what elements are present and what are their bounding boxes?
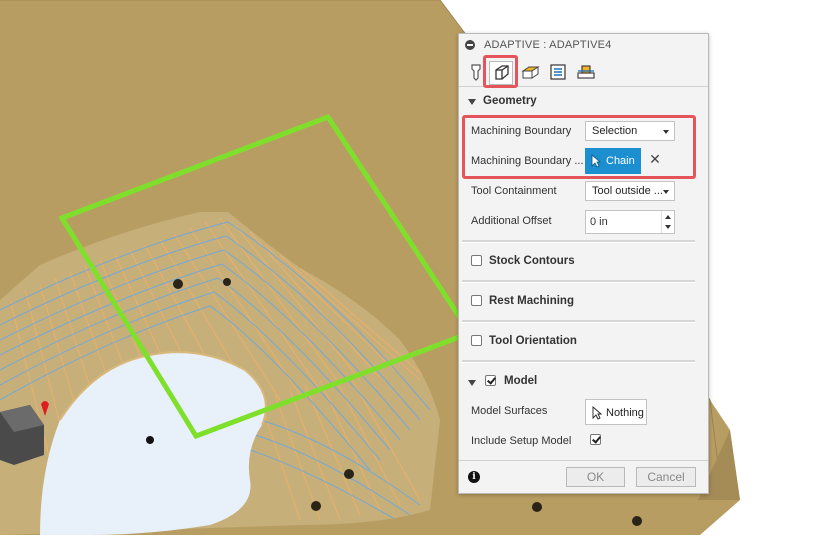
model-surfaces-value: Nothing xyxy=(606,407,644,419)
info-icon[interactable]: i xyxy=(468,471,480,483)
machining-boundary-highlight xyxy=(462,115,696,179)
include-setup-model-checkbox[interactable] xyxy=(590,434,601,445)
tool-containment-value: Tool outside ... xyxy=(592,185,663,197)
heights-icon xyxy=(521,66,540,79)
section-divider xyxy=(462,320,695,323)
passes-icon xyxy=(550,64,566,80)
additional-offset-label: Additional Offset xyxy=(471,215,552,227)
footer-divider xyxy=(459,460,708,461)
tab-passes[interactable] xyxy=(547,61,569,83)
collapse-arrow-icon xyxy=(468,380,476,386)
model-surfaces-selection-button[interactable]: Nothing xyxy=(585,399,647,425)
model-section-header[interactable]: Model xyxy=(459,375,708,393)
tab-linking[interactable] xyxy=(575,61,597,83)
rest-machining-title: Rest Machining xyxy=(489,295,574,307)
dialog-title-bar: ADAPTIVE : ADAPTIVE4 xyxy=(459,34,708,56)
geometry-section-header[interactable]: Geometry xyxy=(459,94,708,112)
linking-icon xyxy=(577,65,595,79)
tool-orientation-title: Tool Orientation xyxy=(489,335,577,347)
tool-containment-select[interactable]: Tool outside ... xyxy=(585,181,675,201)
cursor-arrow-icon xyxy=(592,406,602,420)
adaptive-dialog: ADAPTIVE : ADAPTIVE4 Geometry Machining … xyxy=(458,33,709,494)
model-title: Model xyxy=(504,375,538,387)
model-checkbox[interactable] xyxy=(485,375,496,386)
dialog-title: ADAPTIVE : ADAPTIVE4 xyxy=(484,39,612,51)
section-divider xyxy=(462,280,695,283)
tab-heights[interactable] xyxy=(519,61,541,83)
collapse-arrow-icon xyxy=(468,99,476,105)
tool-orientation-checkbox[interactable] xyxy=(471,335,482,346)
stock-contours-title: Stock Contours xyxy=(489,255,575,267)
additional-offset-input[interactable]: 0 in xyxy=(585,210,675,234)
spinner-arrows-icon[interactable] xyxy=(661,211,674,233)
geometry-title: Geometry xyxy=(483,95,537,107)
section-divider xyxy=(462,240,695,243)
section-divider xyxy=(462,360,695,363)
additional-offset-value: 0 in xyxy=(590,216,608,228)
stock-contours-checkbox[interactable] xyxy=(471,255,482,266)
ok-button[interactable]: OK xyxy=(566,467,625,487)
chevron-down-icon xyxy=(663,190,669,194)
cancel-button[interactable]: Cancel xyxy=(636,467,696,487)
collapse-icon[interactable] xyxy=(465,40,475,50)
tool-containment-label: Tool Containment xyxy=(471,185,557,197)
model-surfaces-label: Model Surfaces xyxy=(471,405,548,417)
rest-machining-checkbox[interactable] xyxy=(471,295,482,306)
include-setup-model-label: Include Setup Model xyxy=(471,435,572,447)
geometry-tab-highlight xyxy=(483,55,518,88)
